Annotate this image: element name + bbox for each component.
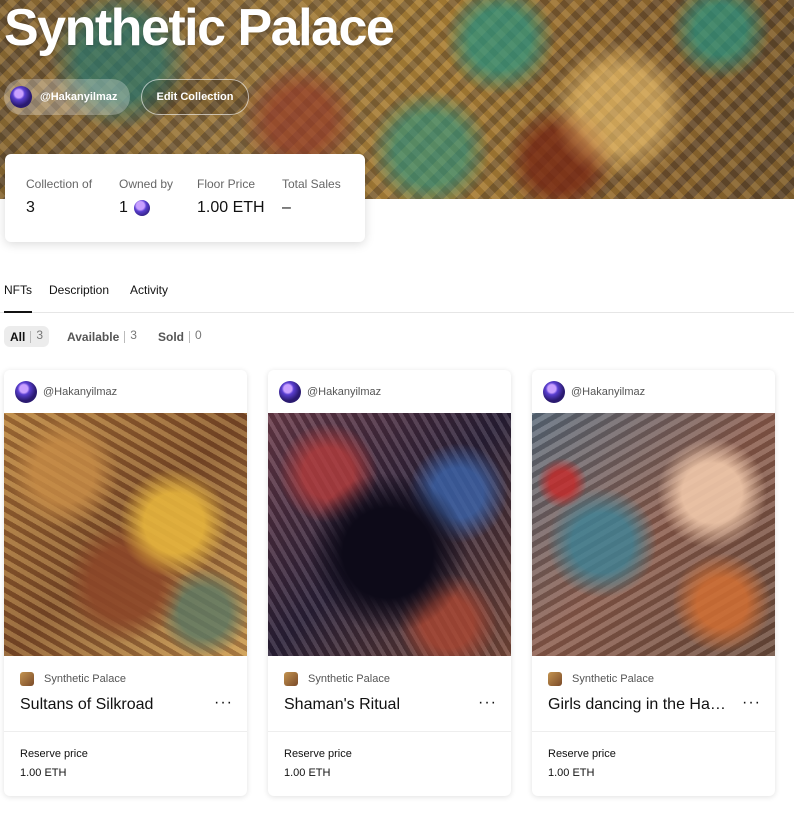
collection-name: Synthetic Palace xyxy=(308,673,390,685)
divider xyxy=(124,330,126,343)
nft-title[interactable]: Shaman's Ritual xyxy=(284,696,474,714)
reserve-price-value: 1.00 ETH xyxy=(548,767,595,779)
stat-label: Total Sales xyxy=(282,177,341,191)
reserve-price-label: Reserve price xyxy=(284,748,352,760)
avatar xyxy=(15,381,37,403)
collection-stats-card: Collection of 3 Owned by 1 Floor Price 1… xyxy=(5,154,365,242)
filter-count: 3 xyxy=(36,327,44,342)
filter-count: 0 xyxy=(195,327,202,342)
divider xyxy=(268,731,511,732)
creator-handle: @Hakanyilmaz xyxy=(307,386,382,398)
collection-title: Synthetic Palace xyxy=(4,0,395,57)
creator-handle: @Hakanyilmaz xyxy=(43,386,118,398)
stat-label: Owned by xyxy=(119,177,174,191)
filter-sold[interactable]: Sold 0 xyxy=(158,326,202,347)
stat-floor-price: Floor Price 1.00 ETH xyxy=(197,177,265,217)
stat-value[interactable]: 1 xyxy=(119,199,173,217)
owner-handle: @Hakanyilmaz xyxy=(40,91,118,103)
collection-thumbnail xyxy=(284,672,298,686)
owner-profile-button[interactable]: @Hakanyilmaz xyxy=(4,79,130,115)
reserve-price-label: Reserve price xyxy=(20,748,88,760)
tab-description[interactable]: Description xyxy=(49,283,109,311)
card-collection[interactable]: Synthetic Palace xyxy=(20,671,126,687)
stat-value: 1.00 ETH xyxy=(197,199,265,216)
more-options-icon[interactable]: ··· xyxy=(478,694,497,712)
card-creator[interactable]: @Hakanyilmaz xyxy=(15,381,117,403)
reserve-price-value: 1.00 ETH xyxy=(284,767,331,779)
stat-total-sales: Total Sales – xyxy=(282,177,341,217)
stat-collection-of: Collection of 3 xyxy=(26,177,92,217)
collection-name: Synthetic Palace xyxy=(44,673,126,685)
filter-label: Sold xyxy=(158,329,184,344)
nft-card[interactable]: @Hakanyilmaz Synthetic Palace Sultans of… xyxy=(4,370,247,796)
tab-activity[interactable]: Activity xyxy=(130,283,168,311)
creator-handle: @Hakanyilmaz xyxy=(571,386,646,398)
reserve-price-value: 1.00 ETH xyxy=(20,767,67,779)
avatar[interactable] xyxy=(133,200,150,216)
filter-all[interactable]: All 3 xyxy=(4,326,50,347)
reserve-price-label: Reserve price xyxy=(548,748,616,760)
divider xyxy=(4,731,247,732)
filter-count: 3 xyxy=(130,327,137,342)
owners-count: 1 xyxy=(119,199,128,216)
avatar xyxy=(543,381,565,403)
collection-thumbnail xyxy=(20,672,34,686)
card-collection[interactable]: Synthetic Palace xyxy=(284,671,390,687)
nft-title[interactable]: Girls dancing in the Ha… xyxy=(548,696,738,714)
divider xyxy=(30,330,32,343)
stat-label: Collection of xyxy=(26,177,93,191)
nft-title[interactable]: Sultans of Silkroad xyxy=(20,696,210,714)
edit-collection-button[interactable]: Edit Collection xyxy=(141,79,249,115)
avatar xyxy=(10,86,32,108)
stat-value: 3 xyxy=(26,199,35,216)
collection-thumbnail xyxy=(548,672,562,686)
tab-nfts[interactable]: NFTs xyxy=(4,283,32,313)
filter-label: All xyxy=(10,329,26,344)
filter-available[interactable]: Available 3 xyxy=(67,326,137,347)
filter-label: Available xyxy=(67,329,120,344)
nft-image[interactable] xyxy=(268,413,511,656)
stat-value: – xyxy=(282,199,291,216)
nft-image[interactable] xyxy=(532,413,775,656)
more-options-icon[interactable]: ··· xyxy=(214,694,233,712)
card-collection[interactable]: Synthetic Palace xyxy=(548,671,654,687)
divider xyxy=(189,330,190,343)
avatar xyxy=(279,381,301,403)
divider xyxy=(532,731,775,732)
card-creator[interactable]: @Hakanyilmaz xyxy=(279,381,381,403)
collection-tabs: NFTs Description Activity xyxy=(0,283,794,313)
nft-card[interactable]: @Hakanyilmaz Synthetic Palace Shaman's R… xyxy=(268,370,511,796)
stat-label: Floor Price xyxy=(197,177,256,191)
more-options-icon[interactable]: ··· xyxy=(742,694,761,712)
nft-card[interactable]: @Hakanyilmaz Synthetic Palace Girls danc… xyxy=(532,370,775,796)
collection-name: Synthetic Palace xyxy=(572,673,654,685)
nft-image[interactable] xyxy=(4,413,247,656)
card-creator[interactable]: @Hakanyilmaz xyxy=(543,381,645,403)
stat-owned-by: Owned by 1 xyxy=(119,177,173,217)
